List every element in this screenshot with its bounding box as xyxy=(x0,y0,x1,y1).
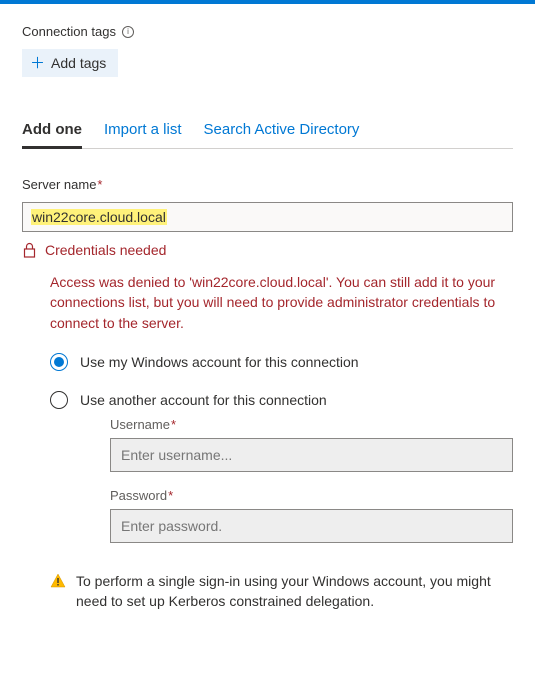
lock-icon xyxy=(22,242,37,258)
credentials-needed-title: Credentials needed xyxy=(45,242,166,258)
warning-icon xyxy=(50,573,66,612)
add-connection-panel: Connection tags i ＋ Add tags Add one Imp… xyxy=(0,4,535,641)
credentials-needed-row: Credentials needed xyxy=(22,242,513,258)
add-tags-button[interactable]: ＋ Add tags xyxy=(22,49,118,77)
add-tags-label: Add tags xyxy=(51,55,106,71)
tab-import-list[interactable]: Import a list xyxy=(104,115,182,148)
kerberos-warning: To perform a single sign-in using your W… xyxy=(50,571,513,612)
password-input[interactable] xyxy=(110,509,513,543)
radio-button-icon xyxy=(50,391,68,409)
tab-search-active-directory[interactable]: Search Active Directory xyxy=(204,115,360,148)
radio-button-icon xyxy=(50,353,68,371)
plus-icon: ＋ xyxy=(30,56,45,71)
password-label: Password* xyxy=(110,488,513,503)
radio-use-windows-account[interactable]: Use my Windows account for this connecti… xyxy=(50,353,513,371)
radio-use-another-account[interactable]: Use another account for this connection xyxy=(50,391,513,409)
required-asterisk: * xyxy=(97,177,102,192)
other-account-fields: Username* Password* xyxy=(110,417,513,543)
radio-use-other-label: Use another account for this connection xyxy=(80,392,327,408)
server-name-label: Server name* xyxy=(22,177,513,192)
tab-bar: Add one Import a list Search Active Dire… xyxy=(22,115,513,149)
auth-radio-group: Use my Windows account for this connecti… xyxy=(50,353,513,543)
credentials-needed-body: Access was denied to 'win22core.cloud.lo… xyxy=(50,272,513,333)
server-name-input[interactable]: win22core.cloud.local xyxy=(22,202,513,232)
connection-tags-label-row: Connection tags i xyxy=(22,24,513,39)
radio-use-windows-label: Use my Windows account for this connecti… xyxy=(80,354,359,370)
username-label: Username* xyxy=(110,417,513,432)
tab-add-one[interactable]: Add one xyxy=(22,115,82,148)
info-icon[interactable]: i xyxy=(122,26,134,38)
username-input[interactable] xyxy=(110,438,513,472)
kerberos-warning-text: To perform a single sign-in using your W… xyxy=(76,571,513,612)
server-name-value: win22core.cloud.local xyxy=(31,209,167,225)
connection-tags-label: Connection tags xyxy=(22,24,116,39)
